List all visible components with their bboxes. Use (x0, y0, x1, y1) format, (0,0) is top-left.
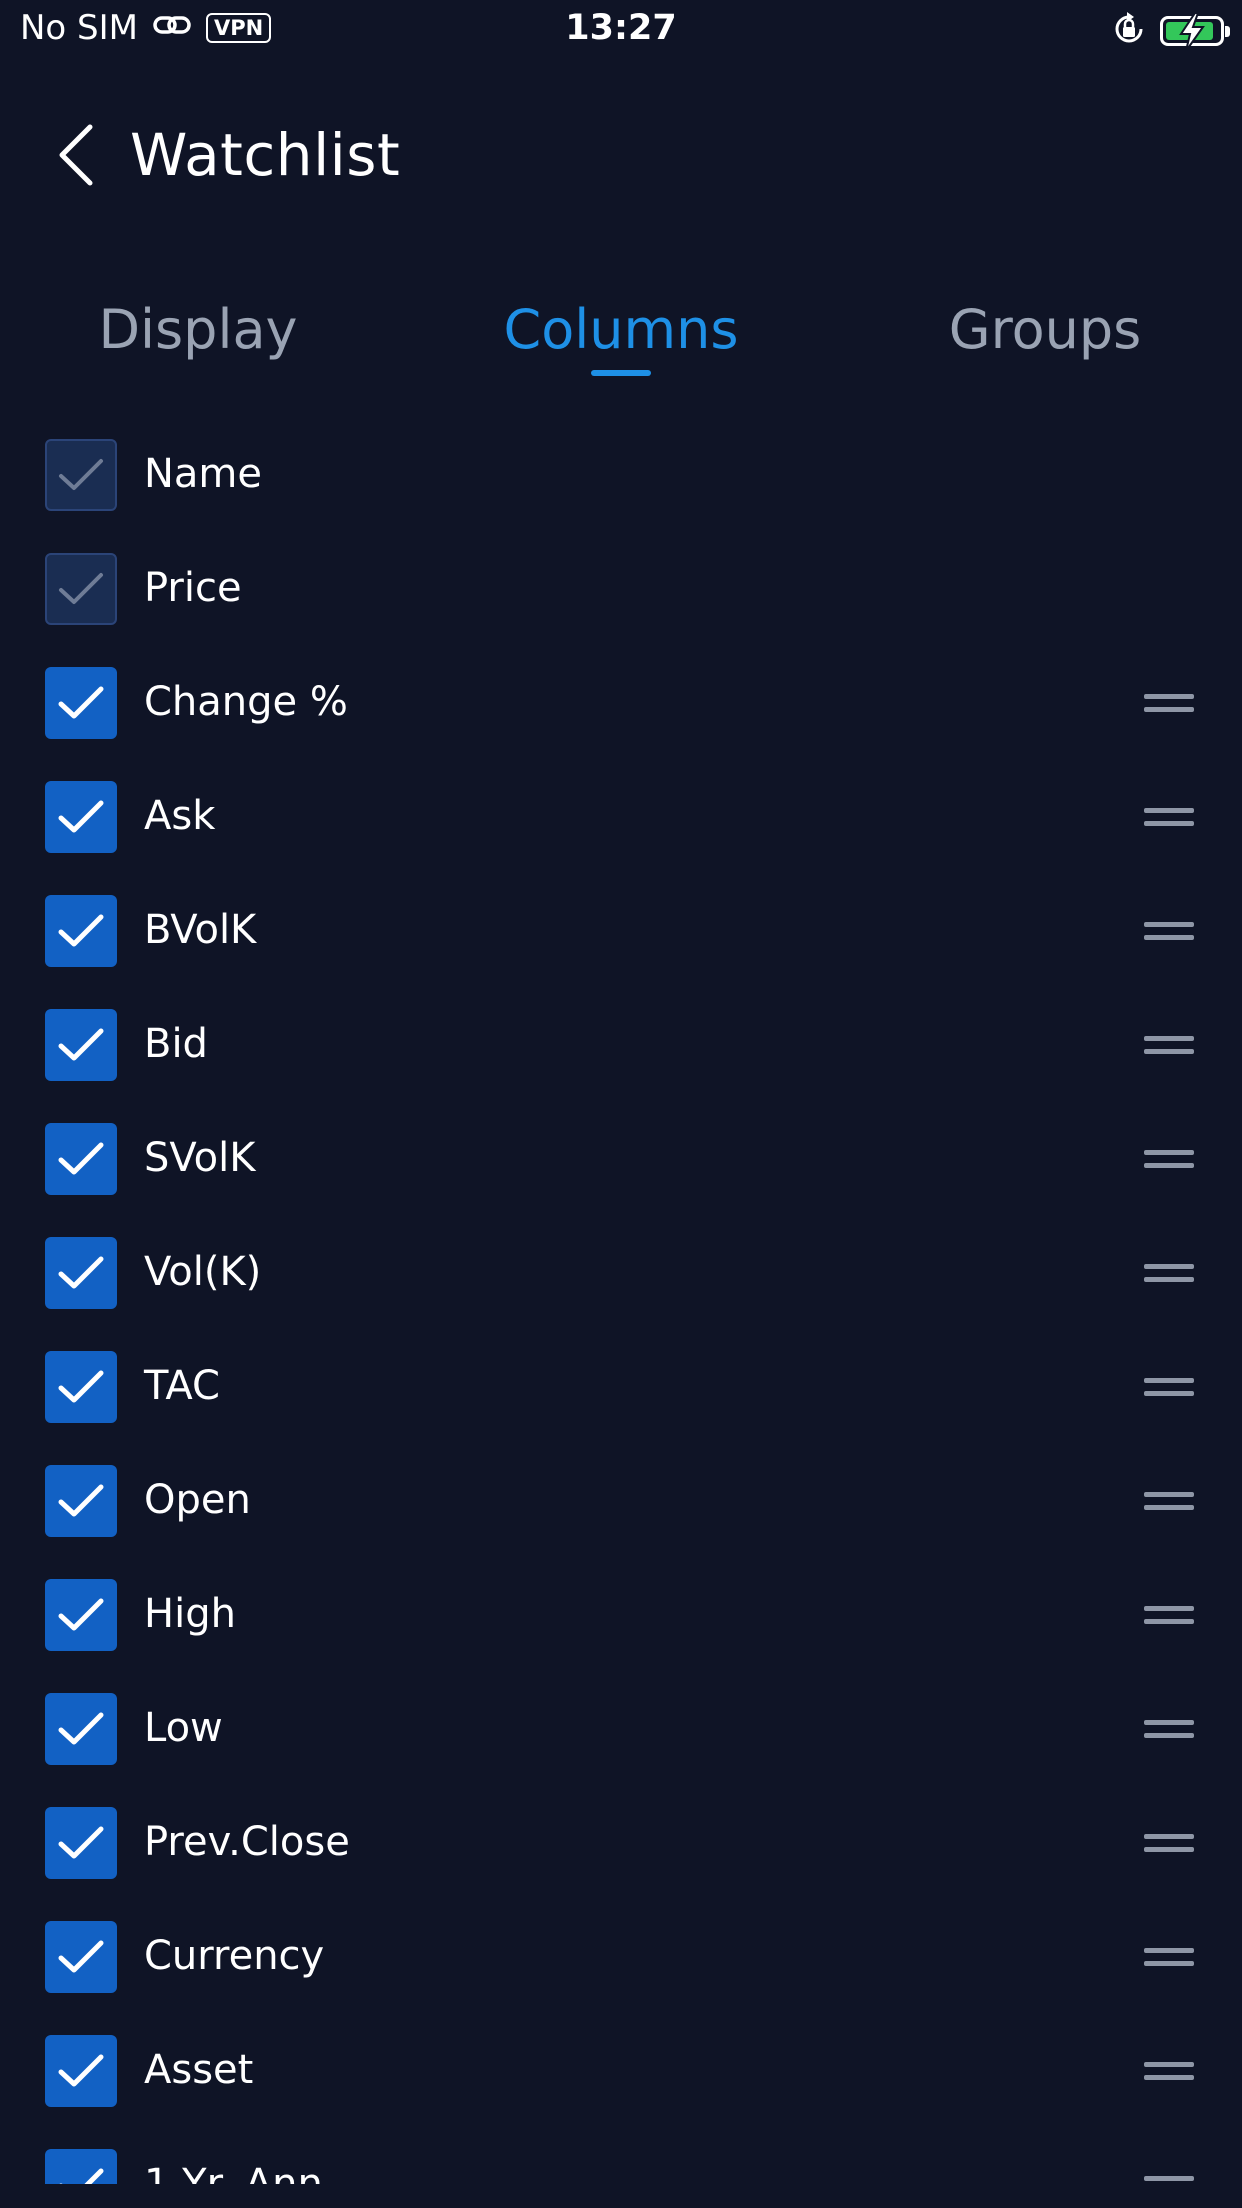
checkmark-icon (58, 1256, 104, 1289)
column-row-ask: Ask (0, 756, 1242, 870)
drag-handle-icon[interactable] (1144, 808, 1194, 828)
column-checkbox[interactable] (45, 1351, 117, 1423)
column-label: BVolK (144, 907, 257, 953)
column-row-tac: TAC (0, 1326, 1242, 1440)
column-label: Price (144, 565, 242, 611)
column-checkbox[interactable] (45, 1921, 117, 1993)
drag-handle-icon[interactable] (1144, 1492, 1194, 1512)
column-row-currency: Currency (0, 1896, 1242, 2010)
bottom-edge (0, 2184, 1242, 2208)
column-row-prev-close: Prev.Close (0, 1782, 1242, 1896)
column-checkbox[interactable] (45, 1237, 117, 1309)
column-list[interactable]: Name Price Change % Ask BVolK Bid SVolK … (0, 414, 1242, 2184)
column-label: TAC (144, 1363, 220, 1409)
column-label: Bid (144, 1021, 208, 1067)
column-checkbox[interactable] (45, 1009, 117, 1081)
charging-bolt-icon (1179, 13, 1205, 51)
column-label: SVolK (144, 1135, 256, 1181)
drag-handle-icon[interactable] (1144, 922, 1194, 942)
watchlist-columns-screen: No SIM VPN 13:27 Watchlist Display Colum… (0, 0, 1242, 2208)
drag-handle-icon[interactable] (1144, 1606, 1194, 1626)
checkmark-icon (59, 2168, 104, 2184)
column-checkbox[interactable] (45, 667, 117, 739)
column-checkbox[interactable] (45, 895, 117, 967)
column-row-bvolk: BVolK (0, 870, 1242, 984)
checkmark-icon (58, 2054, 104, 2087)
tab-bar: Display Columns Groups (0, 290, 1242, 390)
column-label: Vol(K) (144, 1249, 262, 1295)
column-row-name: Name (0, 414, 1242, 528)
column-row-vol-k: Vol(K) (0, 1212, 1242, 1326)
column-checkbox[interactable] (45, 2035, 117, 2107)
column-label: Asset (144, 2047, 254, 2093)
drag-handle-icon[interactable] (1144, 1948, 1194, 1968)
column-label: High (144, 1591, 236, 1637)
column-checkbox[interactable] (45, 1465, 117, 1537)
drag-handle-icon[interactable] (1144, 1150, 1194, 1170)
column-checkbox[interactable] (45, 2149, 117, 2184)
status-bar: No SIM VPN 13:27 (0, 0, 1242, 62)
tab-columns[interactable]: Columns (461, 298, 781, 361)
drag-handle-icon[interactable] (1144, 1834, 1194, 1854)
battery-cap (1225, 26, 1230, 37)
column-row-bid: Bid (0, 984, 1242, 1098)
column-row-price: Price (0, 528, 1242, 642)
checkmark-icon (58, 1370, 104, 1403)
column-row-svolk: SVolK (0, 1098, 1242, 1212)
checkmark-icon (58, 1940, 104, 1973)
status-right (1112, 12, 1230, 51)
drag-handle-icon[interactable] (1144, 2176, 1194, 2184)
back-button[interactable] (46, 120, 106, 190)
column-checkbox[interactable] (45, 781, 117, 853)
column-checkbox[interactable] (45, 1807, 117, 1879)
active-tab-indicator (591, 370, 651, 376)
checkmark-icon (58, 800, 104, 833)
drag-handle-icon[interactable] (1144, 1036, 1194, 1056)
column-row-high: High (0, 1554, 1242, 1668)
column-label: Name (144, 451, 263, 497)
checkmark-icon (58, 914, 104, 947)
drag-handle-icon[interactable] (1144, 1264, 1194, 1284)
column-row-1-yr-ann: 1 Yr. Ann. (0, 2124, 1242, 2184)
column-label: Currency (144, 1933, 325, 1979)
checkmark-icon (58, 1598, 104, 1631)
column-row-asset: Asset (0, 2010, 1242, 2124)
column-label: Low (144, 1705, 223, 1751)
checkmark-icon (59, 459, 103, 490)
column-row-open: Open (0, 1440, 1242, 1554)
checkmark-icon (58, 1712, 104, 1745)
column-checkbox[interactable] (45, 1693, 117, 1765)
page-title: Watchlist (130, 121, 401, 189)
column-label: Ask (144, 793, 216, 839)
checkmark-icon (58, 686, 104, 719)
drag-handle-icon[interactable] (1144, 1720, 1194, 1740)
rotation-lock-icon (1112, 12, 1146, 50)
column-row-low: Low (0, 1668, 1242, 1782)
checkmark-icon (58, 1484, 104, 1517)
column-checkbox[interactable] (45, 1123, 117, 1195)
checkmark-icon (59, 573, 103, 604)
column-checkbox (45, 439, 117, 511)
column-label: Prev.Close (144, 1819, 350, 1865)
checkmark-icon (58, 1028, 104, 1061)
column-label: 1 Yr. Ann. (144, 2161, 336, 2184)
column-row-change: Change % (0, 642, 1242, 756)
battery-icon (1160, 13, 1230, 51)
checkmark-icon (58, 1142, 104, 1175)
chevron-left-icon (59, 124, 93, 186)
column-checkbox (45, 553, 117, 625)
checkmark-icon (58, 1826, 104, 1859)
drag-handle-icon[interactable] (1144, 1378, 1194, 1398)
status-time: 13:27 (565, 8, 677, 48)
tab-display[interactable]: Display (38, 298, 358, 361)
column-label: Open (144, 1477, 251, 1523)
drag-handle-icon[interactable] (1144, 694, 1194, 714)
column-checkbox[interactable] (45, 1579, 117, 1651)
column-label: Change % (144, 679, 348, 725)
drag-handle-icon[interactable] (1144, 2062, 1194, 2082)
header: Watchlist (0, 100, 1242, 210)
tab-groups[interactable]: Groups (885, 298, 1205, 361)
